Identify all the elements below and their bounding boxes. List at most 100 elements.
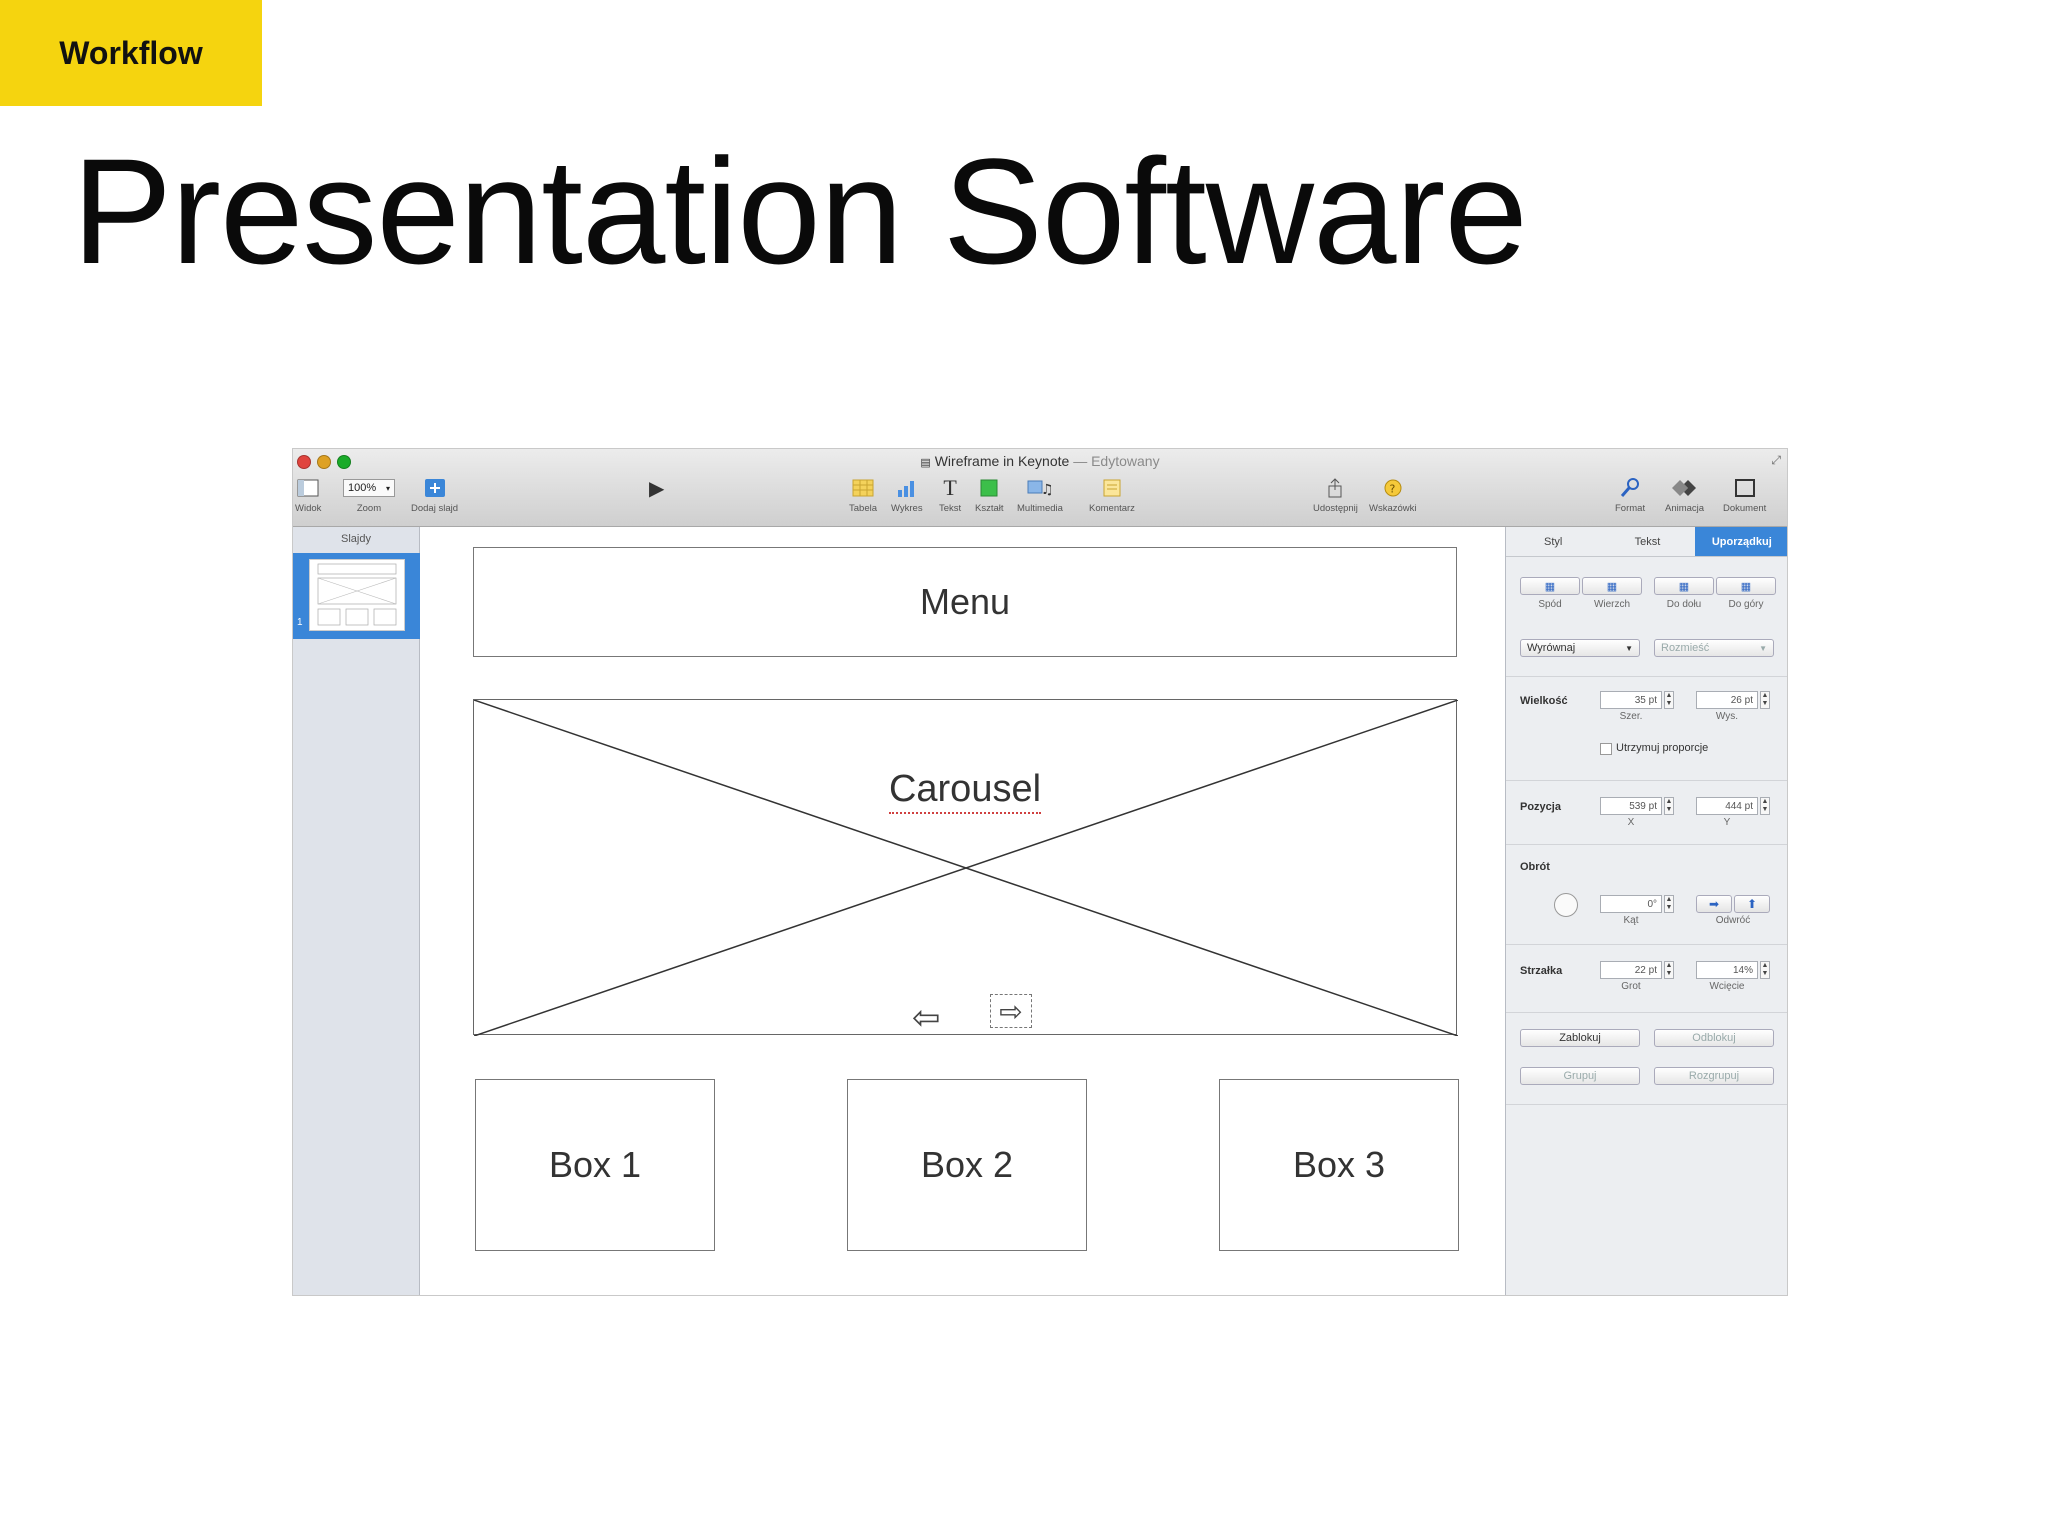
arrow-head-field[interactable]: 22 pt [1600, 961, 1662, 979]
lock-button[interactable]: Zablokuj [1520, 1029, 1640, 1047]
document-status: Edytowany [1091, 453, 1160, 469]
angle-field[interactable]: 0° [1600, 895, 1662, 913]
play-icon: ▶ [649, 477, 665, 500]
send-backward-button[interactable]: ▦ [1654, 577, 1714, 595]
tab-style[interactable]: Styl [1506, 527, 1600, 556]
height-stepper[interactable]: ▲ ▼ [1760, 691, 1770, 709]
format-label: Format [1615, 503, 1646, 514]
carousel-text: Carousel [888, 768, 1042, 814]
position-y-field[interactable]: 444 pt [1696, 797, 1758, 815]
comment-label: Komentarz [1089, 503, 1135, 514]
chart-label: Wykres [891, 503, 923, 514]
carousel-label: Carousel [474, 768, 1456, 814]
toolbar-tips-button[interactable]: ? Wskazówki [1369, 475, 1417, 514]
layers-icon: ▦ [1606, 580, 1618, 593]
toolbar-view-button[interactable]: Widok [295, 475, 321, 514]
position-y-label: Y [1723, 817, 1731, 828]
layers-icon: ▦ [1678, 580, 1690, 593]
arrow-head-stepper[interactable]: ▲ ▼ [1664, 961, 1674, 979]
angle-label: Kąt [1623, 915, 1639, 926]
box-1-text: Box 1 [548, 1144, 642, 1185]
zoom-dropdown-wrap: 100% ▾ [343, 475, 395, 501]
slide: Workflow Presentation Software ▤ Wirefra… [0, 0, 2048, 1536]
media-label: Multimedia [1017, 503, 1063, 514]
arrow-right-icon: ➡ [1708, 897, 1720, 911]
align-dropdown[interactable]: Wyrównaj ▼ [1520, 639, 1640, 657]
arrow-left-icon[interactable]: ⇦ [912, 998, 941, 1038]
toolbar-format-button[interactable]: Format [1615, 475, 1645, 514]
flip-horizontal-button[interactable]: ➡ [1696, 895, 1732, 913]
send-to-back-button[interactable]: ▦ [1520, 577, 1580, 595]
angle-stepper[interactable]: ▲ ▼ [1664, 895, 1674, 913]
position-x-field[interactable]: 539 pt [1600, 797, 1662, 815]
lock-group-section: Zablokuj Odblokuj Grupuj Rozgrupuj [1506, 1013, 1787, 1105]
tab-arrange[interactable]: Uporządkuj [1694, 527, 1787, 556]
toolbar-text-button[interactable]: T Tekst [939, 475, 961, 514]
media-icon: ♫ [1027, 475, 1053, 501]
fullscreen-icon[interactable]: ⤢ [1771, 453, 1781, 468]
arrow-right-icon-selected[interactable]: ⇨ [990, 994, 1032, 1028]
box-3[interactable]: Box 3 [1219, 1079, 1459, 1251]
toolbar-chart-button[interactable]: Wykres [891, 475, 923, 514]
width-field[interactable]: 35 pt [1600, 691, 1662, 709]
keep-ratio-checkbox[interactable] [1600, 743, 1612, 755]
bring-forward-button[interactable]: ▦ [1716, 577, 1776, 595]
toolbar-play-button[interactable]: ▶ [649, 475, 664, 501]
carousel-cross-lines [474, 700, 1458, 1036]
table-icon [852, 475, 874, 501]
toolbar-shape-button[interactable]: Kształt [975, 475, 1004, 514]
comment-icon [1102, 475, 1122, 501]
slide-thumbnail [309, 559, 405, 631]
menu-placeholder[interactable]: Menu [473, 547, 1457, 657]
flip-vertical-button[interactable]: ⬆ [1734, 895, 1770, 913]
toolbar-animation-button[interactable]: Animacja [1665, 475, 1704, 514]
tab-text[interactable]: Tekst [1600, 527, 1694, 556]
bring-forward-label: Do góry [1728, 599, 1764, 610]
size-section: Wielkość 35 pt ▲ ▼ Szer. 26 pt ▲ ▼ Wys. Ut… [1506, 677, 1787, 781]
inspector-panel: Styl Tekst Uporządkuj ▦ ▦ Spód Wierzch ▦… [1505, 527, 1787, 1295]
position-label: Pozycja [1520, 801, 1561, 813]
height-field[interactable]: 26 pt [1696, 691, 1758, 709]
position-x-stepper[interactable]: ▲ ▼ [1664, 797, 1674, 815]
toolbar-add-slide-button[interactable]: Dodaj slajd [411, 475, 458, 514]
arrow-indent-field[interactable]: 14% [1696, 961, 1758, 979]
toolbar-share-button[interactable]: Udostępnij [1313, 475, 1358, 514]
zoom-dropdown[interactable]: 100% ▾ [343, 479, 395, 497]
chart-icon [896, 475, 918, 501]
text-label: Tekst [939, 503, 962, 514]
share-label: Udostępnij [1313, 503, 1358, 514]
toolbar-media-button[interactable]: ♫ Multimedia [1017, 475, 1063, 514]
layers-icon: ▦ [1740, 580, 1752, 593]
distribute-dropdown[interactable]: Rozmieść ▼ [1654, 639, 1774, 657]
box-2[interactable]: Box 2 [847, 1079, 1087, 1251]
arrow-head-label: Grot [1621, 981, 1641, 992]
rotation-label: Obrót [1520, 861, 1550, 873]
height-label: Wys. [1715, 711, 1739, 722]
position-y-stepper[interactable]: ▲ ▼ [1760, 797, 1770, 815]
arrow-indent-stepper[interactable]: ▲ ▼ [1760, 961, 1770, 979]
box-2-text: Box 2 [920, 1144, 1014, 1185]
unlock-button[interactable]: Odblokuj [1654, 1029, 1774, 1047]
view-icon [297, 475, 319, 501]
toolbar-comment-button[interactable]: Komentarz [1089, 475, 1135, 514]
toolbar-table-button[interactable]: Tabela [849, 475, 877, 514]
keep-ratio-label: Utrzymuj proporcje [1616, 742, 1709, 754]
window-titlebar: ▤ Wireframe in Keynote — Edytowany ⤢ Wid… [293, 449, 1787, 527]
ungroup-button[interactable]: Rozgrupuj [1654, 1067, 1774, 1085]
svg-text:?: ? [1389, 483, 1395, 496]
distribute-label: Rozmieść [1661, 642, 1710, 654]
slide-thumbnail-selected[interactable]: 1 [293, 553, 420, 639]
toolbar-zoom-control[interactable]: 100% ▾ Zoom [343, 475, 395, 514]
width-stepper[interactable]: ▲ ▼ [1664, 691, 1674, 709]
layers-icon: ▦ [1544, 580, 1556, 593]
text-icon: T [943, 475, 957, 500]
format-brush-icon [1619, 475, 1641, 501]
box-1[interactable]: Box 1 [475, 1079, 715, 1251]
size-label: Wielkość [1520, 695, 1568, 707]
bring-to-front-button[interactable]: ▦ [1582, 577, 1642, 595]
zoom-value: 100% [348, 482, 377, 494]
rotation-knob[interactable] [1554, 893, 1578, 917]
toolbar-document-button[interactable]: Dokument [1723, 475, 1766, 514]
group-button[interactable]: Grupuj [1520, 1067, 1640, 1085]
carousel-placeholder[interactable]: Carousel ⇦ ⇨ [473, 699, 1458, 1038]
